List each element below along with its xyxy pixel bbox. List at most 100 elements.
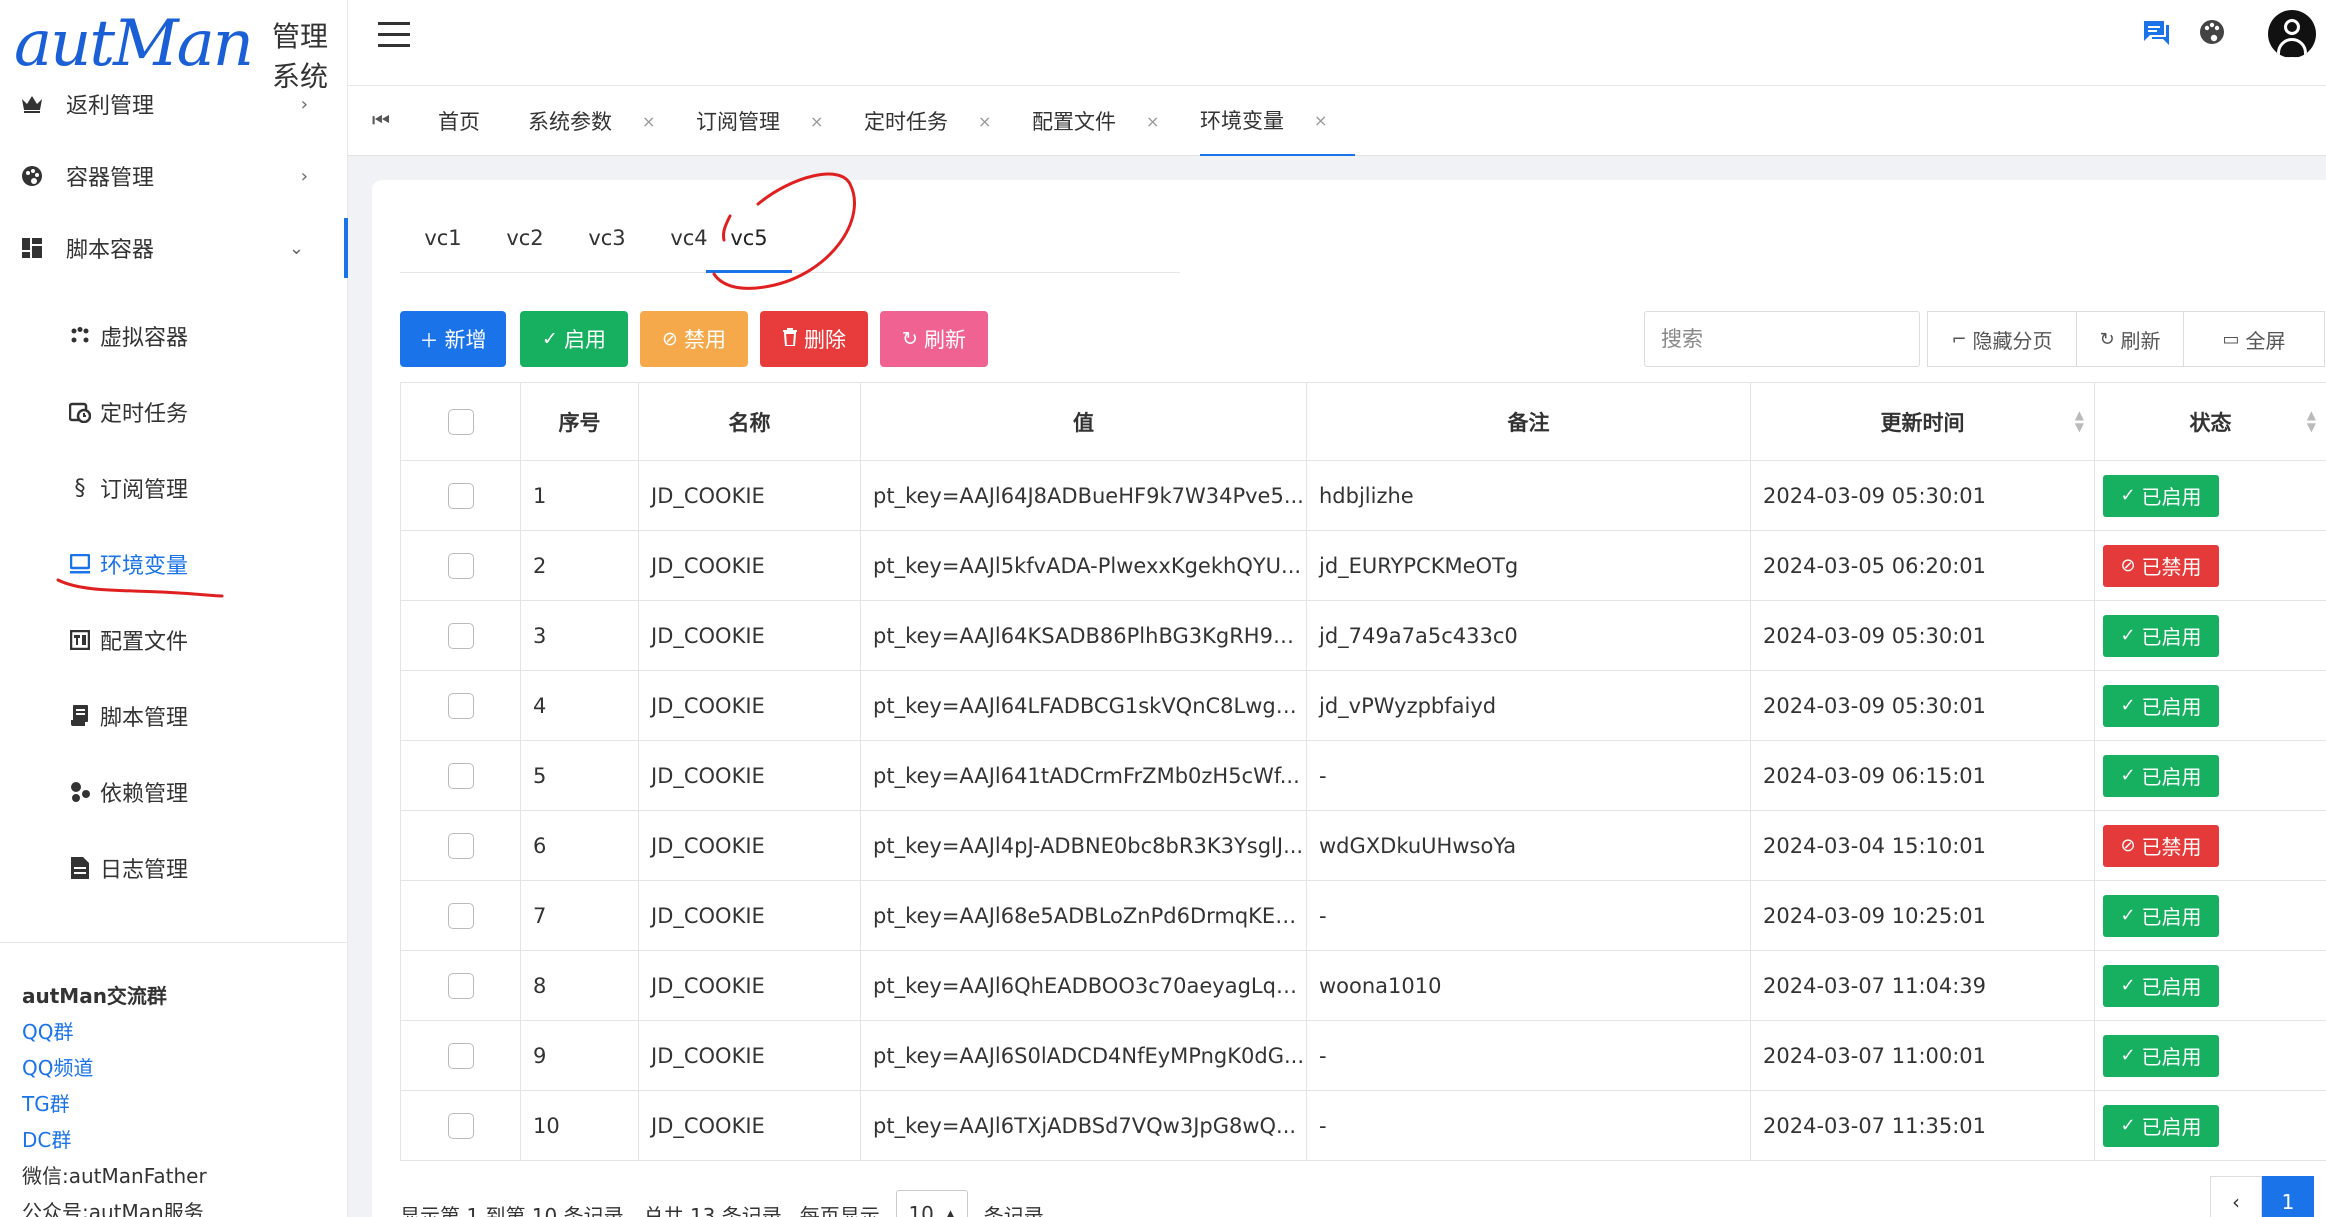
row-select-cell[interactable]: [400, 1090, 521, 1161]
enable-button[interactable]: ✓ 启用: [520, 311, 628, 367]
submenu-item-env-vars[interactable]: 环境变量: [0, 536, 348, 592]
row-select-cell[interactable]: [400, 460, 521, 531]
link-dc-group[interactable]: DC群: [22, 1122, 207, 1158]
trash-icon: [782, 327, 798, 351]
sort-icon[interactable]: ▲ ▼: [2075, 409, 2084, 433]
refresh-button[interactable]: ↻ 刷新: [880, 311, 988, 367]
check-icon: ✓: [2120, 765, 2136, 786]
user-avatar-icon[interactable]: [2268, 10, 2316, 58]
row-select-cell[interactable]: [400, 600, 521, 671]
submenu-item-subscriptions[interactable]: § 订阅管理: [0, 460, 348, 516]
close-icon[interactable]: ×: [1314, 111, 1327, 130]
tab-config-files[interactable]: 配置文件 ×: [1032, 86, 1159, 156]
row-checkbox[interactable]: [447, 692, 474, 719]
status-badge[interactable]: ⊘ 已禁用: [2103, 824, 2219, 867]
row-select-cell[interactable]: [400, 1020, 521, 1091]
tab-env-vars[interactable]: 环境变量 ×: [1200, 86, 1356, 156]
add-button[interactable]: ＋ 新增: [400, 311, 506, 367]
table-row[interactable]: 5 JD_COOKIE pt_key=AAJl641tADCrmFrZMb0zH5c…: [400, 740, 2326, 811]
menu-item-script-container[interactable]: 脚本容器 ⌄: [0, 218, 348, 278]
per-page-select[interactable]: 10 ▲: [895, 1190, 968, 1217]
submenu-item-dependencies[interactable]: 依赖管理: [0, 764, 348, 820]
row-select-cell[interactable]: [400, 950, 521, 1021]
row-checkbox[interactable]: [447, 972, 474, 999]
search-input[interactable]: [1644, 311, 1920, 367]
link-tg-group[interactable]: TG群: [22, 1086, 207, 1122]
status-badge[interactable]: ⊘ 已禁用: [2103, 544, 2219, 587]
row-select-cell[interactable]: [400, 670, 521, 741]
row-checkbox[interactable]: [447, 902, 474, 929]
tab-subscriptions[interactable]: 订阅管理 ×: [696, 86, 823, 156]
prev-page-button[interactable]: ‹: [2210, 1176, 2262, 1217]
page-1-button[interactable]: 1: [2262, 1176, 2314, 1217]
tab-vc3[interactable]: vc3: [564, 226, 650, 272]
disable-button[interactable]: ⊘ 禁用: [640, 311, 748, 367]
row-checkbox[interactable]: [447, 1112, 474, 1139]
ban-icon: ⊘: [2120, 555, 2136, 576]
community-section: autMan交流群 QQ群 QQ频道 TG群 DC群 微信:autManFath…: [22, 978, 207, 1217]
row-checkbox[interactable]: [447, 622, 474, 649]
submenu-item-config-files[interactable]: 配置文件: [0, 612, 348, 668]
close-icon[interactable]: ×: [642, 112, 655, 131]
tab-scheduled-tasks[interactable]: 定时任务 ×: [864, 86, 991, 156]
theme-palette-icon[interactable]: [2194, 14, 2230, 50]
submenu-item-scripts[interactable]: 脚本管理: [0, 688, 348, 744]
row-checkbox[interactable]: [447, 762, 474, 789]
row-checkbox[interactable]: [447, 482, 474, 509]
tab-vc2[interactable]: vc2: [482, 226, 568, 272]
submenu-item-logs[interactable]: 日志管理: [0, 840, 348, 896]
table-row[interactable]: 3 JD_COOKIE pt_key=AAJl64KSADB86PlhBG3KgRH…: [400, 600, 2326, 671]
tab-vc5[interactable]: vc5: [706, 226, 792, 272]
col-header-updated[interactable]: 更新时间 ▲ ▼: [1750, 382, 2095, 461]
hide-paging-button[interactable]: ⌐ 隐藏分页: [1927, 311, 2077, 367]
status-badge[interactable]: ✓ 已启用: [2103, 894, 2219, 937]
cell-status: ⊘ 已禁用: [2094, 530, 2326, 601]
row-checkbox[interactable]: [447, 1042, 474, 1069]
link-qq-group[interactable]: QQ群: [22, 1014, 207, 1050]
tab-vc1[interactable]: vc1: [400, 226, 486, 272]
table-row[interactable]: 8 JD_COOKIE pt_key=AAJl6QhEADBOO3c70aeyagL…: [400, 950, 2326, 1021]
row-select-cell[interactable]: [400, 880, 521, 951]
table-row[interactable]: 6 JD_COOKIE pt_key=AAJl4pJ-ADBNE0bc8bR3K3Y…: [400, 810, 2326, 881]
cell-no: 8: [520, 950, 639, 1021]
status-badge[interactable]: ✓ 已启用: [2103, 964, 2219, 1007]
menu-toggle-icon[interactable]: [378, 22, 410, 50]
status-badge[interactable]: ✓ 已启用: [2103, 1104, 2219, 1147]
reload-table-button[interactable]: ↻ 刷新: [2076, 311, 2184, 367]
close-icon[interactable]: ×: [810, 112, 823, 131]
submenu-item-virtual-container[interactable]: 虚拟容器: [0, 308, 348, 364]
row-checkbox[interactable]: [447, 552, 474, 579]
row-select-cell[interactable]: [400, 810, 521, 881]
status-badge[interactable]: ✓ 已启用: [2103, 684, 2219, 727]
select-all-cell[interactable]: [400, 382, 521, 461]
table-row[interactable]: 1 JD_COOKIE pt_key=AAJl64J8ADBueHF9k7W34Pv…: [400, 460, 2326, 531]
status-badge[interactable]: ✓ 已启用: [2103, 1034, 2219, 1077]
row-select-cell[interactable]: [400, 740, 521, 811]
close-icon[interactable]: ×: [1146, 112, 1159, 131]
table-row[interactable]: 9 JD_COOKIE pt_key=AAJl6S0lADCD4NfEyMPngK0…: [400, 1020, 2326, 1091]
col-header-status[interactable]: 状态 ▲ ▼: [2094, 382, 2326, 461]
table-row[interactable]: 10 JD_COOKIE pt_key=AAJl6TXjADBSd7VQw3JpG8…: [400, 1090, 2326, 1161]
row-select-cell[interactable]: [400, 530, 521, 601]
table-row[interactable]: 7 JD_COOKIE pt_key=AAJl68e5ADBLoZnPd6DrmqK…: [400, 880, 2326, 951]
table-row[interactable]: 2 JD_COOKIE pt_key=AAJl5kfvADA-PlwexxKgekh…: [400, 530, 2326, 601]
link-qq-channel[interactable]: QQ频道: [22, 1050, 207, 1086]
menu-item-container[interactable]: 容器管理 ›: [0, 146, 348, 206]
delete-button[interactable]: 删除: [760, 311, 868, 367]
logo[interactable]: autMan 管理系统: [14, 4, 347, 93]
status-badge[interactable]: ✓ 已启用: [2103, 754, 2219, 797]
menu-item-rebate[interactable]: 返利管理 ›: [0, 74, 348, 134]
tab-system-params[interactable]: 系统参数 ×: [528, 86, 655, 156]
sort-icon[interactable]: ▲ ▼: [2307, 409, 2316, 433]
tab-first-icon[interactable]: ⏮: [372, 108, 390, 132]
chat-icon[interactable]: [2138, 14, 2174, 50]
submenu-item-scheduled-tasks[interactable]: 定时任务: [0, 384, 348, 440]
status-badge[interactable]: ✓ 已启用: [2103, 614, 2219, 657]
tab-home[interactable]: 首页: [438, 86, 480, 156]
fullscreen-button[interactable]: ▭ 全屏: [2183, 311, 2325, 367]
close-icon[interactable]: ×: [978, 112, 991, 131]
row-checkbox[interactable]: [447, 832, 474, 859]
table-row[interactable]: 4 JD_COOKIE pt_key=AAJl64LFADBCG1skVQnC8Lw…: [400, 670, 2326, 741]
select-all-checkbox[interactable]: [447, 408, 474, 435]
status-badge[interactable]: ✓ 已启用: [2103, 474, 2219, 517]
